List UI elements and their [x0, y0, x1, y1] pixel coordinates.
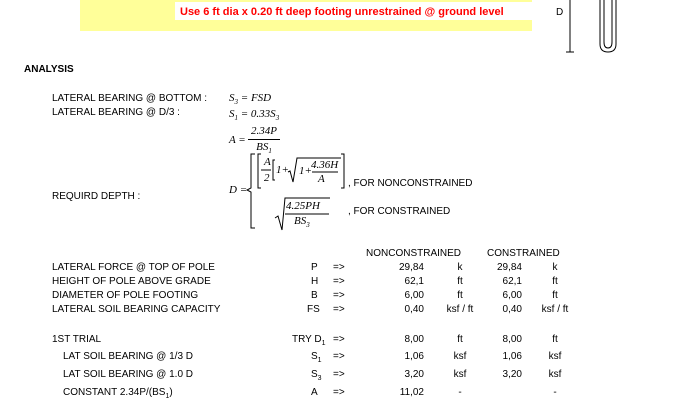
lat-bottom-eq: S3 = FSD — [229, 92, 272, 107]
nc-inner-one: 1+ — [276, 164, 289, 176]
trial-label: LAT SOIL BEARING @ 1/3 D — [63, 351, 194, 362]
row-arrow: => — [333, 262, 345, 273]
row-c-unit: ksf / ft — [541, 304, 569, 315]
trial-c-unit: ksf — [548, 351, 562, 362]
nc-sqrt-one: 1+ — [299, 165, 312, 177]
row-nc-unit: ksf / ft — [446, 304, 474, 315]
nc-frac-denominator: 2 — [264, 172, 270, 184]
row-arrow: => — [333, 304, 345, 315]
trial-nc-unit: ksf — [453, 351, 467, 362]
trial-symbol: S3 — [311, 369, 322, 382]
trial-symbol: TRY D1 — [292, 334, 326, 347]
row-c-unit: k — [552, 262, 558, 273]
row-nc-value: 0,40 — [404, 304, 424, 315]
trial-nc-value: 3,20 — [404, 369, 424, 380]
trial-symbol: A — [311, 387, 318, 398]
section-title: ANALYSIS — [24, 64, 74, 75]
row-c-value: 6,00 — [502, 290, 522, 301]
row-c-value: 0,40 — [502, 304, 522, 315]
row-arrow: => — [333, 290, 345, 301]
row-nc-value: 6,00 — [404, 290, 424, 301]
c-caption: , FOR CONSTRAINED — [348, 206, 451, 217]
nc-caption: , FOR NONCONSTRAINED — [348, 178, 473, 189]
lat-d3-eq: S1 = 0.33S3 — [229, 108, 280, 123]
row-c-value: 62,1 — [502, 276, 522, 287]
trial-label: 1ST TRIAL — [52, 334, 102, 345]
trial-nc-value: 8,00 — [404, 334, 424, 345]
row-label: LATERAL SOIL BEARING CAPACITY — [52, 304, 221, 315]
trial-label: LAT SOIL BEARING @ 1.0 D — [63, 369, 194, 380]
trial-nc-unit: - — [458, 387, 462, 398]
a-formula-bar — [248, 139, 280, 140]
row-symbol: FS — [307, 304, 320, 315]
nc-sqrt-numerator: 4.36H — [311, 159, 339, 171]
trial-c-value: 1,06 — [502, 351, 522, 362]
row-nc-value: 62,1 — [404, 276, 424, 287]
trial-c-unit: - — [553, 387, 557, 398]
row-c-value: 29,84 — [496, 262, 522, 273]
row-symbol: P — [311, 262, 318, 273]
result-banner-text: Use 6 ft dia x 0.20 ft deep footing unre… — [180, 6, 504, 18]
trial-nc-value: 1,06 — [404, 351, 424, 362]
row-c-unit: ft — [552, 276, 558, 287]
row-symbol: H — [311, 276, 319, 287]
trial-arrow: => — [333, 351, 345, 362]
trial-arrow: => — [333, 387, 345, 398]
trial-arrow: => — [333, 334, 345, 345]
trial-c-unit: ksf — [548, 369, 562, 380]
c-denominator: BS3 — [294, 215, 310, 230]
row-c-unit: ft — [552, 290, 558, 301]
a-formula-numerator: 2.34P — [251, 125, 277, 137]
trial-nc-value: 11,02 — [399, 387, 424, 398]
row-nc-unit: ft — [457, 290, 463, 301]
pole-footing-diagram — [566, 0, 617, 53]
trial-label: CONSTANT 2.34P/(BS1) — [63, 387, 173, 400]
c-numerator: 4.25PH — [286, 200, 320, 212]
trial-arrow: => — [333, 369, 345, 380]
row-label: LATERAL FORCE @ TOP OF POLE — [52, 262, 215, 273]
nc-frac-numerator: A — [264, 156, 271, 168]
row-nc-unit: k — [457, 262, 463, 273]
lat-d3-label: LATERAL BEARING @ D/3 : — [52, 107, 180, 118]
trial-symbol: S1 — [311, 351, 322, 364]
lat-bottom-label: LATERAL BEARING @ BOTTOM : — [52, 93, 207, 104]
row-label: HEIGHT OF POLE ABOVE GRADE — [52, 276, 211, 287]
row-label: DIAMETER OF POLE FOOTING — [52, 290, 199, 301]
row-symbol: B — [311, 290, 318, 301]
nc-sqrt-denominator: A — [318, 173, 325, 185]
header-nonconstrained: NONCONSTRAINED — [366, 248, 462, 259]
result-banner: Use 6 ft dia x 0.20 ft deep footing unre… — [80, 0, 535, 31]
trial-c-value: 3,20 — [502, 369, 522, 380]
row-nc-value: 29,84 — [398, 262, 424, 273]
trial-nc-unit: ksf — [453, 369, 467, 380]
trial-c-unit: ft — [552, 334, 558, 345]
required-depth-label: REQUIRD DEPTH : — [52, 191, 141, 202]
trial-nc-unit: ft — [457, 334, 463, 345]
trial-c-value: 8,00 — [502, 334, 522, 345]
row-arrow: => — [333, 276, 345, 287]
a-formula-lhs: A = — [229, 134, 246, 146]
header-constrained: CONSTRAINED — [487, 248, 560, 259]
row-nc-unit: ft — [457, 276, 463, 287]
